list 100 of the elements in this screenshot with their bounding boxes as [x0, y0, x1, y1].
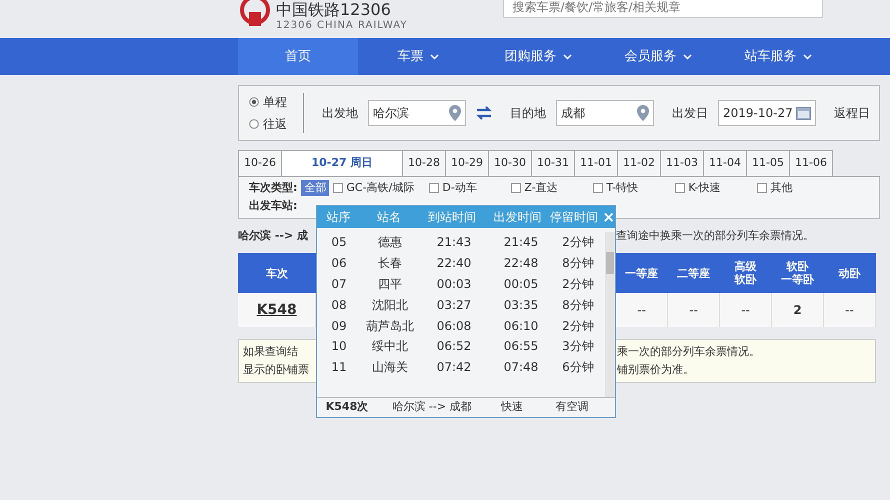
column-header: 站序	[326, 209, 352, 226]
field-label: 目的地	[510, 105, 546, 122]
checkbox[interactable]	[333, 183, 344, 193]
date-tab[interactable]: 11-02	[617, 150, 661, 176]
notice-text: 铺别票价为准。	[617, 362, 694, 378]
table-cell-text: 沈阳北	[371, 296, 409, 314]
table-cell-text: 葫芦岛北	[365, 318, 415, 335]
date-tab[interactable]: 10-27 周日	[281, 150, 403, 176]
radio-label: 往返	[263, 116, 287, 133]
all-filter-tag[interactable]: 全部	[301, 180, 330, 196]
checkbox-label: D-动车	[442, 180, 477, 196]
location-pin-icon	[449, 105, 461, 121]
checkbox-label: 其他	[770, 180, 792, 196]
date-tab[interactable]: 11-03	[660, 150, 704, 176]
table-cell-text: 00:03	[436, 276, 472, 293]
date-tab[interactable]: 11-04	[703, 150, 747, 176]
table-cell-text: 07:48	[502, 359, 540, 376]
filter-label: 出发车站:	[249, 198, 298, 214]
column-header: 出发时间	[492, 209, 543, 226]
field-label: 返程日	[834, 105, 870, 122]
field-label: 出发地	[322, 105, 358, 122]
table-cell-text: 08	[330, 296, 348, 314]
table-cell: --	[741, 303, 750, 317]
amenity-text: 有空调	[554, 399, 590, 416]
table-cell-text: 8分钟	[561, 296, 595, 314]
checkbox-label: Z-直达	[524, 180, 558, 196]
checkbox[interactable]	[429, 183, 440, 193]
table-cell-text: 22:48	[502, 255, 540, 272]
date-tab[interactable]: 11-06	[789, 150, 833, 176]
table-cell: --	[845, 303, 854, 317]
column-header: 停留时间	[549, 209, 598, 226]
nav-item[interactable]: 车票	[358, 38, 478, 75]
table-cell: --	[637, 303, 646, 317]
column-header: 一等卧	[780, 273, 814, 286]
checkbox[interactable]	[675, 183, 686, 193]
table-cell-text: 06:52	[436, 338, 472, 356]
column-header: 动卧	[838, 266, 860, 280]
date-tab[interactable]: 10-29	[445, 150, 489, 176]
input-field[interactable]: 成都	[556, 100, 654, 126]
table-cell-text: 长春	[377, 255, 403, 272]
column-header: 站名	[376, 209, 402, 226]
date-tab[interactable]: 10-28	[402, 150, 446, 176]
table-cell-text: 8分钟	[561, 255, 595, 272]
date-tab[interactable]: 10-31	[531, 150, 575, 176]
route-text: 哈尔滨 --> 成都	[391, 399, 473, 416]
notice-text: 显示的卧铺票	[243, 363, 309, 376]
location-pin-icon	[637, 105, 649, 121]
column-header: 软卧	[734, 273, 757, 286]
field-value: 2019-10-27	[723, 105, 793, 122]
checkbox[interactable]	[593, 183, 604, 193]
table-cell-text: 德惠	[377, 234, 403, 252]
column-header: 高级	[734, 260, 757, 273]
date-tab[interactable]: 10-26	[238, 150, 282, 176]
logo-subtitle: 12306 CHINA RAILWAY	[276, 19, 408, 32]
table-cell-text: 06:55	[502, 338, 540, 356]
route-note: 查询途中换乘一次的部分列车余票情况。	[616, 228, 814, 244]
table-cell-text: 09	[330, 318, 348, 335]
table-cell-text: 03:27	[436, 296, 472, 314]
table-cell-text: 21:43	[436, 234, 472, 252]
table-cell-text: 06:08	[436, 318, 472, 335]
table-cell-text: 00:05	[502, 276, 540, 293]
column-header: 到站时间	[426, 209, 477, 226]
date-tab[interactable]: 11-05	[746, 150, 790, 176]
radio-button[interactable]	[249, 119, 259, 129]
table-cell-text: 3分钟	[561, 338, 595, 356]
swap-icon	[476, 106, 492, 120]
field-value: 成都	[561, 105, 585, 122]
search-field[interactable]: 搜索车票/餐饮/常旅客/相关规章	[503, 0, 824, 18]
table-cell-text: 22:40	[436, 255, 472, 272]
table-cell-text: 6分钟	[561, 359, 595, 376]
route-text: 哈尔滨 --> 成	[238, 228, 308, 242]
input-field[interactable]: 2019-10-27	[718, 100, 816, 126]
nav-item[interactable]: 站车服务	[718, 38, 838, 75]
checkbox[interactable]	[757, 183, 768, 193]
notice-text: 如果查询结	[243, 345, 298, 358]
checkbox[interactable]	[511, 183, 522, 193]
nav-item[interactable]: 会员服务	[598, 38, 718, 75]
column-header: 一等座	[625, 266, 658, 280]
table-cell: 2	[793, 303, 802, 317]
table-cell-text: 03:35	[502, 296, 540, 314]
table-cell-text: 06:10	[502, 318, 540, 335]
scrollbar[interactable]	[605, 232, 615, 397]
checkbox-label: T-特快	[606, 180, 638, 196]
radio-label: 单程	[263, 94, 287, 111]
table-cell-text: 2分钟	[561, 234, 595, 252]
nav-item[interactable]: 团购服务	[478, 38, 598, 75]
radio-button[interactable]	[249, 97, 259, 107]
table-cell-text: 四平	[377, 276, 403, 293]
table-cell-text: 07:42	[436, 359, 472, 376]
notice-text: 乘一次的部分列车余票情况。	[617, 344, 760, 360]
table-cell: --	[689, 303, 698, 317]
table-cell-text: 05	[330, 234, 348, 252]
table-cell-text: 2分钟	[561, 318, 595, 335]
column-header: 二等座	[677, 266, 710, 280]
nav-item[interactable]: 首页	[238, 38, 358, 75]
date-tab[interactable]: 11-01	[574, 150, 618, 176]
train-type: 快速	[500, 399, 524, 416]
input-field[interactable]: 哈尔滨	[368, 100, 466, 126]
checkbox-label: K-快速	[688, 180, 720, 196]
date-tab[interactable]: 10-30	[488, 150, 532, 176]
